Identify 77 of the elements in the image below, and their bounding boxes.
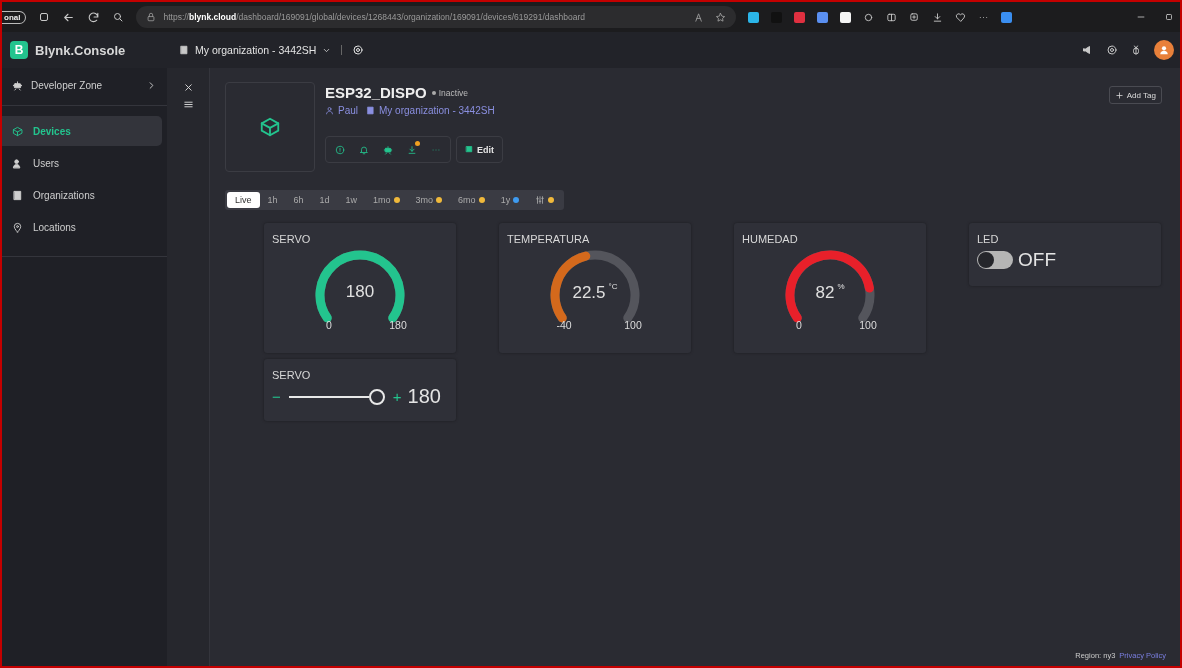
copilot-icon[interactable] — [1001, 11, 1013, 23]
widget-title: TEMPERATURA — [507, 233, 590, 245]
widget-title: HUMEDAD — [742, 233, 798, 245]
toggle-switch[interactable] — [977, 251, 1013, 269]
plus-icon — [1114, 90, 1124, 100]
info-icon[interactable] — [335, 144, 345, 155]
gauge-value: 180 — [344, 282, 376, 302]
bell-icon[interactable] — [359, 144, 369, 155]
restore-icon[interactable] — [1164, 12, 1174, 22]
brand-name: Blynk.Console — [35, 42, 126, 58]
sidebar-item[interactable]: Locations — [2, 212, 162, 242]
gauge-min: 0 — [326, 319, 332, 331]
time-range-tab[interactable]: 6h — [285, 192, 312, 208]
gauge-max: 180 — [389, 319, 407, 331]
building-icon — [179, 45, 189, 55]
settings-icon[interactable] — [352, 44, 365, 56]
robot-icon — [12, 80, 23, 91]
decrement-button[interactable]: − — [272, 388, 281, 405]
slider-value: 180 — [407, 385, 441, 408]
building-icon — [366, 106, 375, 115]
lock-icon — [146, 12, 157, 22]
time-range-tab[interactable]: Live — [227, 192, 260, 208]
device-name: ESP32_DISPO — [325, 84, 427, 101]
organization-selector[interactable]: My organization - 3442SH — [195, 44, 317, 56]
tab-actions-icon[interactable] — [38, 11, 51, 23]
menu-icon[interactable] — [182, 99, 194, 110]
sidebar-item[interactable]: Devices — [2, 116, 162, 146]
time-range-tab[interactable]: 1d — [311, 192, 338, 208]
sliders-icon — [535, 195, 546, 205]
bug-icon[interactable] — [1130, 44, 1142, 56]
time-range-tab[interactable]: 1y — [492, 192, 528, 208]
lifebuoy-icon[interactable] — [1106, 44, 1118, 56]
cube-icon — [12, 125, 23, 137]
search-icon[interactable] — [112, 11, 125, 23]
gauge-value: 22.5 $^{°C}$ — [571, 282, 619, 303]
time-range-tab[interactable]: 1h — [259, 192, 286, 208]
location-pin-icon — [12, 221, 23, 233]
sidebar-item[interactable]: Users — [2, 148, 162, 178]
gauge-min: 0 — [796, 319, 802, 331]
edit-button[interactable]: Edit — [456, 136, 503, 163]
star-icon[interactable] — [715, 11, 727, 23]
time-range-tab[interactable]: 1w — [337, 192, 366, 208]
users-icon — [12, 157, 23, 169]
user-avatar[interactable] — [1154, 40, 1174, 60]
gauge-min: -40 — [556, 319, 572, 331]
increment-button[interactable]: + — [392, 388, 402, 405]
widget-title: SERVO — [272, 369, 311, 381]
gauge-max: 100 — [859, 319, 877, 331]
building-icon — [12, 189, 23, 201]
device-status: Inactive — [431, 87, 468, 98]
extension-icon[interactable] — [840, 11, 852, 23]
time-range-tab[interactable]: 1mo — [365, 192, 408, 208]
widget-title: LED — [977, 233, 999, 245]
split-screen-icon[interactable] — [886, 11, 898, 23]
extension-icon[interactable] — [748, 11, 760, 23]
download-icon[interactable] — [932, 11, 944, 23]
extension-icon[interactable] — [863, 11, 875, 23]
notification-dot — [415, 140, 420, 146]
owner-link[interactable]: Paul — [325, 105, 358, 116]
cube-icon — [259, 116, 281, 138]
switch-state: OFF — [1018, 249, 1056, 271]
close-icon[interactable] — [182, 82, 194, 93]
refresh-icon[interactable] — [87, 10, 101, 24]
add-tag-button[interactable]: Add Tag — [1108, 86, 1162, 104]
gauge-max: 100 — [624, 319, 642, 331]
time-range-tab[interactable]: 3mo — [407, 192, 451, 208]
widget-title: SERVO — [272, 233, 311, 245]
robot-icon[interactable] — [383, 144, 393, 155]
organization-link[interactable]: My organization - 3442SH — [366, 105, 495, 116]
slider-thumb[interactable] — [368, 388, 385, 405]
sidebar-item[interactable]: Organizations — [2, 180, 162, 210]
time-range-tab[interactable]: 6mo — [450, 192, 493, 208]
collections-icon[interactable] — [909, 11, 921, 23]
address-bar[interactable]: https://blynk.cloud/dashboard/169091/global/devices/1268443/organization/169091/devices/619291/dashboard — [136, 6, 737, 28]
person-icon — [325, 106, 334, 115]
download-icon[interactable] — [407, 144, 417, 155]
gauge-value: 82 $^{%}$ — [814, 282, 846, 303]
